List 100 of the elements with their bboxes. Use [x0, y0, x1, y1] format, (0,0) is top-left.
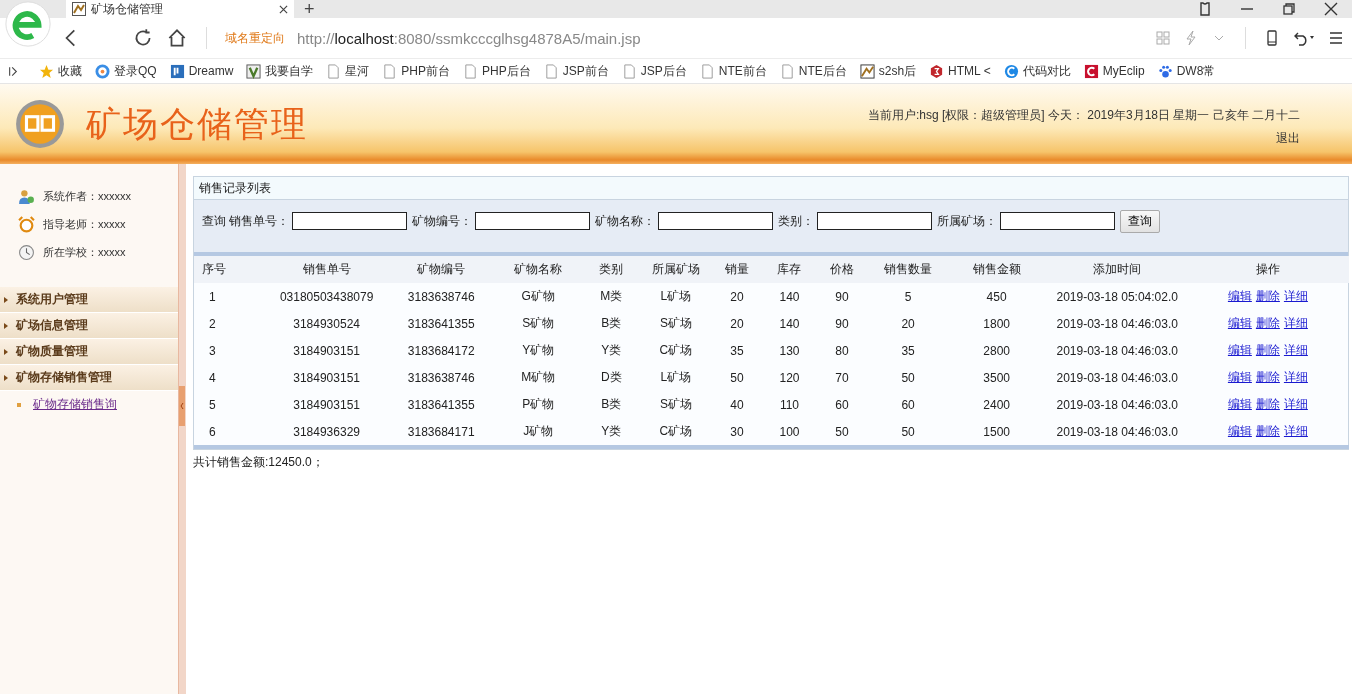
caret-right-icon	[4, 296, 8, 303]
action-link[interactable]: 编辑	[1227, 316, 1252, 330]
table-cell: 3184936329	[268, 418, 386, 447]
action-link[interactable]: 删除	[1255, 316, 1280, 330]
table-cell-text: 70	[834, 369, 850, 387]
action-link[interactable]: 编辑	[1227, 397, 1252, 411]
table-cell-text: 130	[778, 342, 801, 360]
bookmark-item[interactable]: HTML <	[929, 63, 991, 79]
input-field[interactable]	[475, 212, 590, 230]
collapse-handle-icon[interactable]	[179, 386, 185, 426]
table-cell-text: 2019-03-18 04:46:03.0	[1055, 396, 1179, 414]
field-label: 所属矿场：	[937, 212, 997, 230]
close-icon[interactable]	[1323, 1, 1339, 17]
caret-right-icon	[4, 322, 8, 329]
bookmark-item[interactable]: 收藏	[39, 62, 82, 80]
table-cell-text: 60	[900, 396, 916, 414]
table-cell-text: 5	[208, 396, 217, 414]
table-cell: J矿物	[497, 418, 580, 447]
logout-link[interactable]: 退出	[1276, 130, 1300, 147]
action-link[interactable]: 删除	[1255, 370, 1280, 384]
circle-logo-icon	[1003, 63, 1019, 79]
field-label: 类别：	[778, 212, 814, 230]
table-cell-text: P矿物	[521, 396, 556, 413]
action-link[interactable]: 编辑	[1227, 370, 1252, 384]
table-cell: 50	[813, 418, 871, 447]
table-cell-text: S矿物	[521, 315, 556, 332]
bookmark-item[interactable]: NTE前台	[699, 62, 767, 80]
bookmark-item[interactable]: 我要自学	[246, 62, 314, 80]
info-text: 指导老师：xxxxx	[43, 217, 126, 232]
column-header: 销售金额	[945, 256, 1048, 283]
menu-icon[interactable]	[1328, 30, 1344, 46]
home-icon[interactable]	[166, 27, 188, 49]
input-field[interactable]	[817, 212, 932, 230]
action-link[interactable]: 删除	[1255, 397, 1280, 411]
action-link[interactable]: 详细	[1283, 289, 1308, 303]
leaf-logo-icon	[246, 63, 262, 79]
bookmark-item[interactable]: JSP后台	[621, 62, 687, 80]
table-cell: 90	[813, 283, 871, 310]
table-cell: 450	[945, 283, 1048, 310]
table-cell: 03180503438079	[268, 283, 386, 310]
bookmark-item[interactable]: Dreamw	[169, 63, 234, 79]
field-label: 销售单号：	[229, 212, 289, 230]
table-cell-text: 3184930524	[292, 315, 361, 333]
input-field[interactable]	[292, 212, 407, 230]
action-link[interactable]: 删除	[1255, 343, 1280, 357]
action-link[interactable]: 详细	[1283, 424, 1308, 438]
column-header: 价格	[813, 256, 871, 283]
bookmark-item[interactable]: 登录QQ	[95, 62, 157, 80]
field-label: 矿物编号：	[412, 212, 472, 230]
action-link[interactable]: 编辑	[1227, 343, 1252, 357]
bookmark-item[interactable]: JSP前台	[543, 62, 609, 80]
table-cell: C矿场	[643, 418, 709, 447]
action-link[interactable]: 删除	[1255, 289, 1280, 303]
table-cell-text: 120	[778, 369, 801, 387]
bookmark-item[interactable]: NTE后台	[779, 62, 847, 80]
address-field[interactable]: http://localhost:8080/ssmkcccglhsg4878A5/main.jsp	[297, 29, 641, 47]
table-cell: M类	[579, 283, 644, 310]
undo-icon[interactable]	[1292, 30, 1316, 46]
app-logo-icon	[14, 98, 66, 150]
table-cell-text: 40	[729, 396, 745, 414]
table-cell-text: 3183638746	[406, 369, 476, 387]
action-link[interactable]: 编辑	[1227, 289, 1252, 303]
page-favicon-icon	[72, 2, 86, 16]
action-link[interactable]: 删除	[1255, 424, 1280, 438]
table-cell-text: 110	[778, 396, 801, 414]
bookmark-item[interactable]: s2sh后	[859, 62, 917, 80]
table-cell-text: 3183641355	[406, 315, 476, 333]
restore-icon[interactable]	[1281, 1, 1297, 17]
browser-tab[interactable]: 矿场仓储管理	[66, 0, 294, 18]
table-cell-text: 4	[208, 369, 217, 387]
table-cell-text: 20	[900, 315, 916, 333]
submenu-link[interactable]: 矿物存储销售询	[33, 396, 117, 413]
close-tab-icon[interactable]	[279, 4, 288, 14]
input-field[interactable]	[1000, 212, 1115, 230]
bookmark-item[interactable]: MyEclip	[1083, 63, 1145, 79]
bookmark-item[interactable]: 星河	[326, 62, 370, 80]
bookmark-item[interactable]: PHP后台	[463, 62, 531, 80]
table-cell-text: B类	[600, 396, 623, 413]
table-cell: 2019-03-18 04:46:03.0	[1047, 418, 1187, 447]
input-field[interactable]	[658, 212, 773, 230]
action-link[interactable]: 编辑	[1227, 424, 1252, 438]
action-link[interactable]: 详细	[1283, 370, 1308, 384]
bookmark-item[interactable]: DW8常	[1157, 62, 1216, 80]
action-link[interactable]: 详细	[1283, 343, 1308, 357]
phone-icon[interactable]	[1264, 30, 1280, 46]
bookmark-item[interactable]: PHP前台	[382, 62, 451, 80]
bookmark-item[interactable]: 代码对比	[1003, 62, 1071, 80]
table-cell-text: M矿物	[520, 369, 557, 386]
table-cell-text: 50	[729, 369, 745, 387]
total-sales-text: 共计销售金额:12450.0；	[193, 454, 325, 471]
sidebar-toggle-icon[interactable]	[8, 64, 18, 78]
new-tab-button[interactable]: +	[304, 0, 315, 18]
search-button[interactable]: 查询	[1120, 209, 1160, 233]
info-text: 所在学校：xxxxx	[43, 245, 126, 260]
table-cell-text: 60	[834, 396, 850, 414]
square-logo-icon	[169, 63, 185, 79]
table-cell-text: 2019-03-18 04:46:03.0	[1055, 342, 1179, 360]
action-link[interactable]: 详细	[1283, 397, 1308, 411]
action-link[interactable]: 详细	[1283, 316, 1308, 330]
ring-icon	[95, 63, 110, 79]
